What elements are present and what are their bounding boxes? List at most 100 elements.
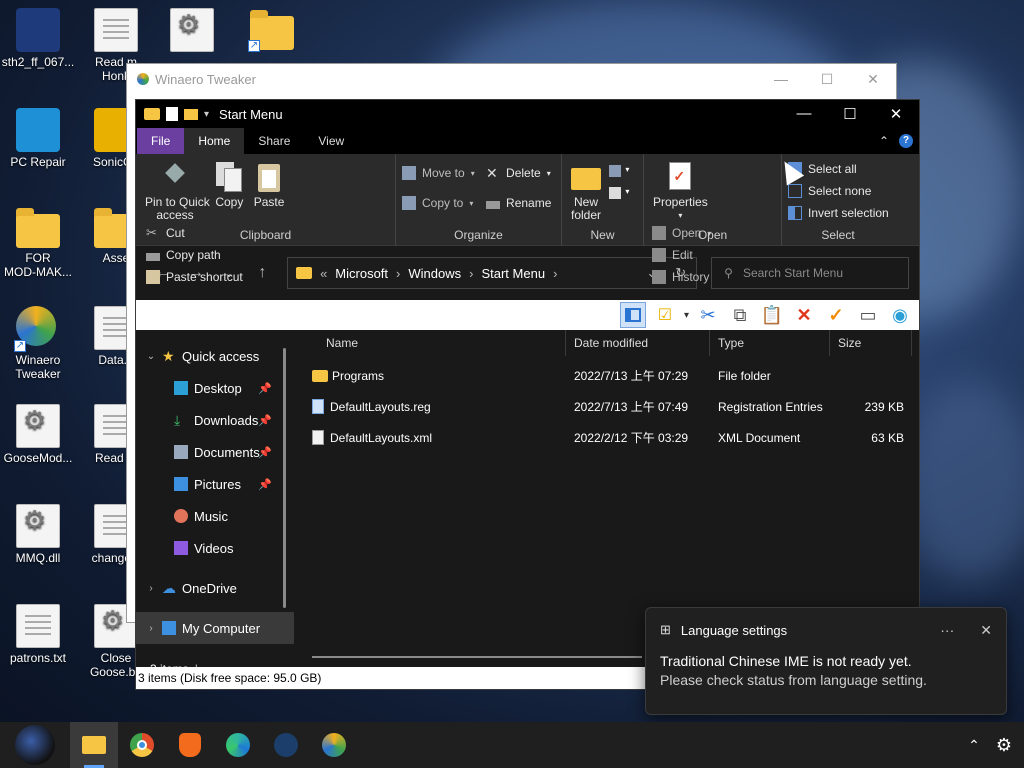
nav-documents[interactable]: Documents 📌 (136, 436, 294, 468)
taskbar-steam[interactable] (262, 722, 310, 768)
breadcrumb-separator-icon[interactable]: › (553, 266, 557, 281)
delete-button[interactable]: ✕ Delete ▾ (486, 158, 551, 188)
nav-downloads[interactable]: ⤓ Downloads 📌 (136, 404, 294, 436)
move-to-button[interactable]: Move to ▾ (402, 158, 475, 188)
overflow-chevron-icon[interactable]: « (320, 266, 327, 281)
file-row[interactable]: DefaultLayouts.xml 2022/2/12 下午 03:29 XM… (294, 422, 919, 453)
customize-quick-access-icon[interactable]: ▾ (204, 109, 209, 120)
close-button[interactable]: ✕ (850, 71, 896, 88)
dropdown-arrow-icon[interactable]: ▾ (684, 310, 689, 321)
pin-to-quick-access-button[interactable]: Pin to Quick access (142, 158, 210, 222)
file-row[interactable]: DefaultLayouts.reg 2022/7/13 上午 07:49 Re… (294, 391, 919, 422)
tab-home[interactable]: Home (184, 128, 245, 154)
new-folder-button[interactable]: New folder (568, 158, 604, 222)
paste-icon[interactable]: 📋 (759, 302, 785, 328)
desktop-icon-mmq-dll[interactable]: MMQ.dll (0, 504, 76, 565)
expand-chevron-icon[interactable]: ⌄ (144, 351, 158, 362)
delete-icon[interactable]: ✕ (791, 302, 817, 328)
desktop-icon-patrons[interactable]: patrons.txt (0, 604, 76, 665)
file-explorer-window[interactable]: ▾ Start Menu — ☐ ✕ File Home Share View … (135, 99, 920, 690)
maximize-button[interactable]: ☐ (804, 71, 850, 88)
column-header-date[interactable]: Date modified (566, 330, 710, 356)
paste-button[interactable]: Paste (251, 158, 288, 209)
breadcrumb-separator-icon[interactable]: › (396, 266, 400, 281)
desktop-icon-pc-repair[interactable]: PC Repair (0, 108, 76, 169)
expand-chevron-icon[interactable]: › (144, 583, 158, 594)
pin-icon: 📌 (258, 446, 272, 459)
close-button[interactable]: ✕ (873, 105, 919, 123)
new-folder-quick-icon[interactable] (184, 108, 198, 120)
taskbar-edge[interactable] (214, 722, 262, 768)
checkmark-icon[interactable]: ✓ (823, 302, 849, 328)
minimize-button[interactable]: — (781, 105, 827, 123)
winaero-titlebar[interactable]: Winaero Tweaker — ☐ ✕ (127, 64, 896, 94)
maximize-button[interactable]: ☐ (827, 105, 873, 123)
preview-pane-icon[interactable] (619, 302, 646, 328)
address-bar[interactable]: « Microsoft › Windows › Start Menu › ⌄ ↻ (287, 257, 698, 289)
properties-small-icon[interactable]: ▭ (855, 302, 881, 328)
breadcrumb-separator-icon[interactable]: › (469, 266, 473, 281)
tab-view[interactable]: View (304, 128, 358, 154)
nav-pictures[interactable]: Pictures 📌 (136, 468, 294, 500)
dismiss-icon[interactable]: ✕ (980, 622, 992, 639)
up-button[interactable]: ↑ (246, 264, 279, 282)
taskbar-file-explorer[interactable] (70, 722, 118, 768)
cut-icon[interactable]: ✂ (695, 302, 721, 328)
properties-button[interactable]: ✓ Properties ▾ (650, 158, 711, 222)
column-header-type[interactable]: Type (710, 330, 830, 356)
nav-music[interactable]: Music (136, 500, 294, 532)
more-options-icon[interactable]: ··· (940, 622, 954, 639)
settings-gear-icon[interactable]: ⚙ (996, 735, 1012, 756)
easy-access-button[interactable]: ▾ (607, 184, 629, 202)
nav-onedrive[interactable]: › ☁ OneDrive (136, 572, 294, 604)
taskbar-winaero[interactable] (310, 722, 358, 768)
column-header-size[interactable]: Size (830, 330, 912, 356)
rename-button[interactable]: Rename (486, 188, 551, 218)
nav-my-computer[interactable]: › My Computer (136, 612, 294, 644)
copy-path-button[interactable]: Copy path (146, 244, 243, 266)
videos-icon (174, 541, 188, 555)
show-hidden-icons-chevron-icon[interactable]: ⌃ (968, 737, 980, 754)
desktop-icon-winaero-tweaker[interactable]: ↗ Winaero Tweaker (0, 306, 76, 381)
copy-button[interactable]: Copy (211, 158, 247, 209)
nav-scrollbar[interactable] (283, 348, 286, 608)
nav-desktop[interactable]: Desktop 📌 (136, 372, 294, 404)
edit-button[interactable]: Edit (652, 244, 711, 266)
new-item-button[interactable]: ▾ (607, 162, 629, 180)
nav-quick-access[interactable]: ⌄ ★ Quick access (136, 340, 294, 372)
horizontal-scrollbar[interactable] (312, 656, 642, 658)
notification-toast[interactable]: ⊞ Language settings ··· ✕ Traditional Ch… (645, 607, 1007, 715)
copy-icon[interactable]: ⧉ (727, 302, 753, 328)
history-button[interactable]: History (652, 266, 711, 288)
taskbar-chrome[interactable] (118, 722, 166, 768)
column-header-name[interactable]: Name (294, 330, 566, 356)
desktop-icon-for-mod-making[interactable]: FOR MOD-MAK... (0, 206, 76, 279)
taskbar-brave[interactable] (166, 722, 214, 768)
globe-icon[interactable]: ◉ (887, 302, 913, 328)
desktop-icon-folder[interactable]: ↗ (234, 8, 310, 53)
collapse-ribbon-icon[interactable]: ⌃ (879, 134, 889, 148)
paste-shortcut-button[interactable]: Paste shortcut (146, 266, 243, 288)
desktop-icon-settings-file[interactable] (154, 8, 230, 55)
explorer-titlebar[interactable]: ▾ Start Menu — ☐ ✕ (136, 100, 919, 128)
invert-selection-button[interactable]: Invert selection (788, 202, 889, 224)
properties-quick-icon[interactable] (166, 107, 178, 121)
tab-file[interactable]: File (137, 128, 185, 154)
breadcrumb-windows[interactable]: Windows (408, 266, 461, 281)
breadcrumb-microsoft[interactable]: Microsoft (335, 266, 388, 281)
breadcrumb-start-menu[interactable]: Start Menu (481, 266, 545, 281)
select-none-button[interactable]: Select none (788, 180, 889, 202)
expand-chevron-icon[interactable]: › (144, 623, 158, 634)
file-row[interactable]: Programs 2022/7/13 上午 07:29 File folder (294, 360, 919, 391)
copy-to-button[interactable]: Copy to ▾ (402, 188, 475, 218)
nav-videos[interactable]: Videos (136, 532, 294, 564)
desktop-icon-sth2[interactable]: sth2_ff_067... (0, 8, 76, 69)
search-box[interactable]: ⚲ Search Start Menu (711, 257, 910, 289)
select-all-button[interactable]: Select all (788, 158, 889, 180)
check-list-icon[interactable]: ☑ (652, 302, 678, 328)
start-button[interactable] (0, 722, 70, 768)
tab-share[interactable]: Share (244, 128, 304, 154)
minimize-button[interactable]: — (758, 71, 804, 88)
help-icon[interactable]: ? (899, 134, 913, 148)
desktop-icon-goosemod[interactable]: GooseMod... (0, 404, 76, 465)
